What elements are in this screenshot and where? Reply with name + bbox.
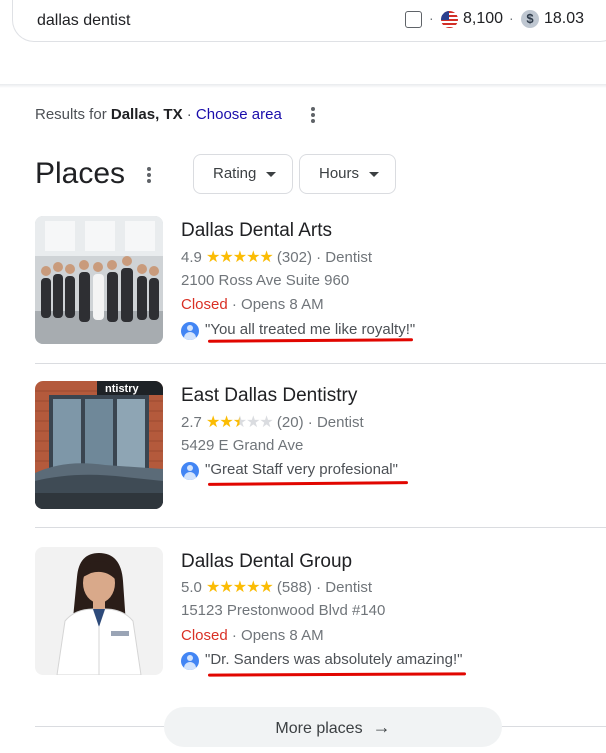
review-count: (588)	[276, 579, 312, 596]
place-photo[interactable]: ntistry	[35, 381, 163, 509]
review-snippet: "Dr. Sanders was absolutely amazing!"	[205, 651, 463, 668]
star-icon: ★	[259, 579, 273, 596]
place-divider	[35, 527, 606, 528]
choose-area-link[interactable]: Choose area	[196, 106, 282, 123]
separator: ·	[316, 249, 322, 266]
separator: ·	[307, 414, 313, 431]
us-flag-icon	[441, 11, 458, 28]
more-places-button[interactable]: More places →	[164, 707, 502, 747]
search-bar[interactable]: dallas dentist · 8,100 · $ 18.03	[12, 0, 606, 42]
place-photo[interactable]	[35, 547, 163, 675]
empty-star-icon: ★	[259, 414, 273, 431]
search-input[interactable]: dallas dentist	[37, 12, 130, 30]
annotation-underline	[207, 338, 414, 343]
results-for-label: Results for	[35, 106, 107, 123]
place-address: 15123 Prestonwood Blvd #140	[181, 602, 386, 619]
rating-filter-chip[interactable]: Rating	[193, 154, 294, 194]
place-name[interactable]: Dallas Dental Arts	[181, 220, 332, 242]
rating-value: 4.9	[181, 249, 202, 266]
star-rating: ★★★★★	[206, 414, 274, 431]
place-category: Dentist	[325, 249, 372, 266]
star-icon: ★	[219, 249, 233, 266]
hours-filter-chip[interactable]: Hours	[299, 154, 397, 194]
separator: ·	[186, 106, 192, 123]
review-count: (302)	[276, 249, 312, 266]
more-options-icon[interactable]	[311, 107, 315, 125]
star-icon: ★	[206, 414, 220, 431]
place-category: Dentist	[325, 579, 372, 596]
places-heading: Places	[35, 157, 126, 190]
hours-line: Closed · Opens 8 AM	[181, 627, 324, 644]
separator: ·	[509, 10, 514, 26]
reviewer-avatar-icon	[181, 322, 199, 340]
annotation-underline	[207, 672, 467, 677]
star-icon: ★	[206, 579, 220, 596]
star-icon: ★	[219, 579, 233, 596]
place-divider	[35, 363, 606, 364]
star-icon: ★	[246, 579, 260, 596]
place-card[interactable]: Dallas Dental Group 5.0 ★★★★★ (588) · De…	[0, 547, 606, 697]
place-name[interactable]: East Dallas Dentistry	[181, 385, 357, 407]
places-menu-icon[interactable]	[147, 167, 151, 185]
star-icon: ★	[246, 249, 260, 266]
opening-hours: Opens 8 AM	[241, 627, 324, 644]
separator: ·	[231, 296, 237, 313]
header-divider	[0, 84, 606, 88]
rating-line: 4.9 ★★★★★ (302) · Dentist	[181, 247, 372, 267]
star-icon: ★	[219, 414, 233, 431]
rating-line: 2.7 ★★★★★ (20) · Dentist	[181, 412, 364, 432]
hours-filter-label: Hours	[319, 165, 360, 182]
annotation-underline	[207, 481, 409, 486]
half-star-icon: ★	[232, 414, 247, 431]
cpc-value: 18.03	[544, 10, 585, 27]
more-places-label: More places	[275, 720, 363, 737]
keyword-checkbox[interactable]	[405, 11, 422, 28]
place-card[interactable]: ntistry East Dallas Dentistry 2.7 ★★★★★ …	[0, 381, 606, 531]
rating-value: 5.0	[181, 579, 202, 596]
place-card[interactable]: Dallas Dental Arts 4.9 ★★★★★ (302) · Den…	[0, 216, 606, 366]
svg-text:ntistry: ntistry	[105, 383, 140, 395]
star-rating: ★★★★★	[206, 249, 274, 266]
place-category: Dentist	[316, 414, 364, 431]
review-snippet: "You all treated me like royalty!"	[205, 321, 416, 338]
reviewer-avatar-icon	[181, 462, 199, 480]
separator: ·	[316, 579, 322, 596]
place-address: 2100 Ross Ave Suite 960	[181, 272, 350, 289]
review-snippet: "Great Staff very profesional"	[205, 461, 398, 478]
empty-star-icon: ★	[246, 414, 260, 431]
status-closed: Closed	[181, 296, 228, 313]
location-line: Results for Dallas, TX · Choose area	[35, 106, 282, 123]
reviewer-avatar-icon	[181, 652, 199, 670]
status-closed: Closed	[181, 627, 228, 644]
place-photo[interactable]	[35, 216, 163, 344]
rating-filter-label: Rating	[213, 165, 257, 182]
rating-line: 5.0 ★★★★★ (588) · Dentist	[181, 577, 372, 597]
location-name: Dallas, TX	[110, 106, 183, 123]
star-icon: ★	[232, 579, 247, 596]
separator: ·	[429, 10, 434, 26]
rating-value: 2.7	[181, 414, 202, 431]
place-address: 5429 E Grand Ave	[181, 437, 304, 454]
star-icon: ★	[259, 249, 273, 266]
dropdown-caret-icon	[266, 171, 277, 177]
opening-hours: Opens 8 AM	[241, 296, 324, 313]
search-volume: 8,100	[463, 10, 504, 27]
hours-line: Closed · Opens 8 AM	[181, 296, 324, 313]
place-name[interactable]: Dallas Dental Group	[181, 551, 352, 573]
star-icon: ★	[206, 249, 220, 266]
star-icon: ★	[232, 249, 247, 266]
dropdown-caret-icon	[369, 171, 380, 177]
review-count: (20)	[276, 414, 304, 431]
separator: ·	[231, 627, 237, 644]
star-rating: ★★★★★	[206, 579, 274, 596]
arrow-right-icon: →	[372, 717, 391, 737]
dollar-icon: $	[521, 10, 539, 28]
